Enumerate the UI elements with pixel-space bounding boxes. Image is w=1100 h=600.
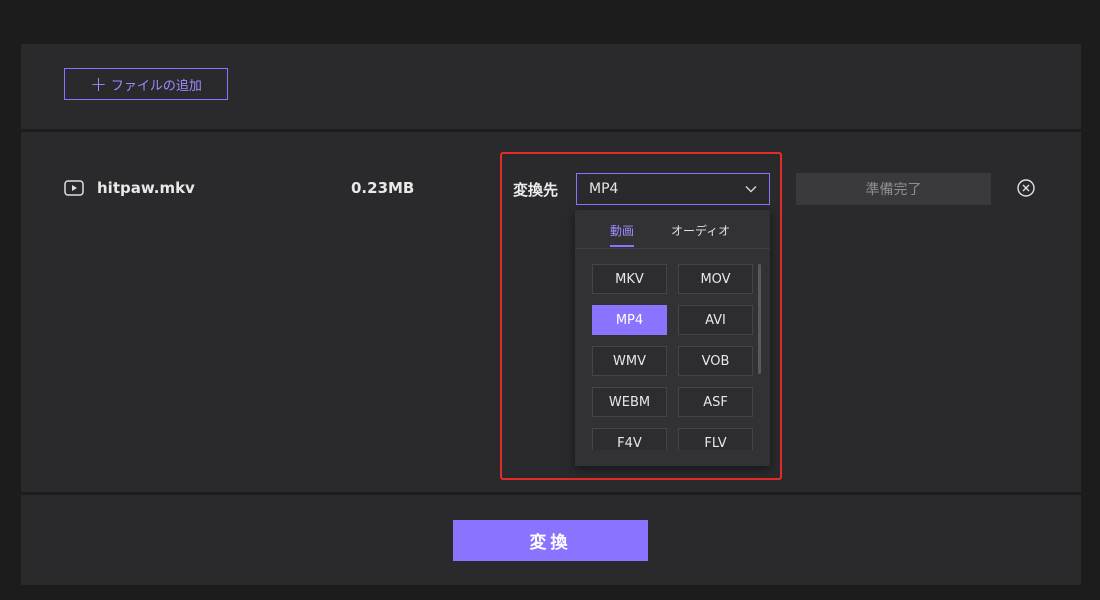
file-name: hitpaw.mkv: [97, 179, 195, 197]
add-file-label: ファイルの追加: [110, 78, 202, 94]
chevron-down-icon: [745, 186, 757, 193]
format-tabs: 動画 オーディオ: [575, 210, 770, 249]
close-circle-icon[interactable]: [1016, 178, 1036, 198]
format-option-mp4[interactable]: MP4: [592, 305, 667, 335]
footer-panel: 変換: [21, 495, 1081, 585]
format-option-webm[interactable]: WEBM: [592, 387, 667, 417]
format-select-value: MP4: [589, 181, 619, 197]
tab-audio[interactable]: オーディオ: [671, 222, 730, 239]
convert-to-label: 変換先: [513, 181, 559, 199]
toolbar-panel: + ファイルの追加: [21, 44, 1081, 129]
format-option-wmv[interactable]: WMV: [592, 346, 667, 376]
add-file-button[interactable]: + ファイルの追加: [64, 68, 228, 100]
format-select[interactable]: MP4: [576, 173, 770, 205]
format-dropdown: 動画 オーディオ MKV MOV MP4 AVI WMV VOB WEBM AS…: [575, 210, 770, 466]
tab-video[interactable]: 動画: [610, 222, 635, 247]
dropdown-scrollbar[interactable]: [758, 264, 761, 374]
status-badge: 準備完了: [796, 173, 991, 205]
file-size: 0.23MB: [351, 179, 415, 197]
format-option-asf[interactable]: ASF: [678, 387, 753, 417]
format-option-mkv[interactable]: MKV: [592, 264, 667, 294]
format-option-vob[interactable]: VOB: [678, 346, 753, 376]
convert-button[interactable]: 変換: [453, 520, 648, 561]
format-option-flv[interactable]: FLV: [678, 428, 753, 450]
file-list-panel: hitpaw.mkv 0.23MB 変換先 MP4 動画 オーディオ MKV M…: [21, 132, 1081, 492]
play-icon: [64, 180, 84, 196]
plus-icon: +: [90, 72, 107, 96]
format-option-f4v[interactable]: F4V: [592, 428, 667, 450]
format-option-avi[interactable]: AVI: [678, 305, 753, 335]
format-option-mov[interactable]: MOV: [678, 264, 753, 294]
format-grid: MKV MOV MP4 AVI WMV VOB WEBM ASF F4V FLV: [592, 264, 754, 450]
